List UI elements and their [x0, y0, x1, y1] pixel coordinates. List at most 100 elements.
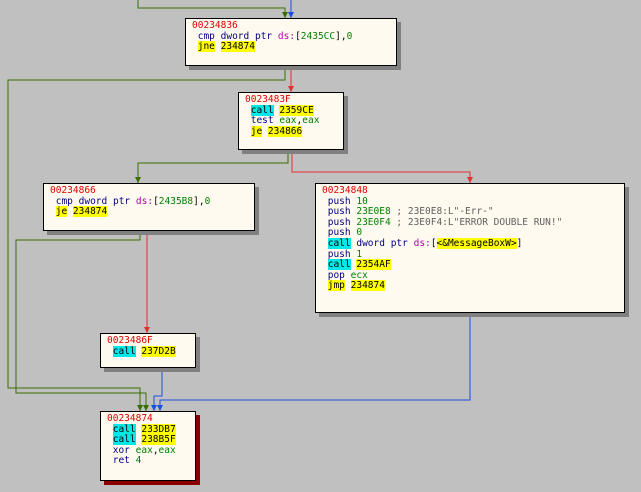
mnemonic: call [112, 434, 136, 446]
number-token: 4 [135, 455, 142, 467]
mnemonic: push [327, 227, 351, 239]
segment-token: ds: [413, 237, 431, 249]
block-address[interactable]: 0023483F [245, 94, 337, 106]
block-address[interactable]: 00234874 [107, 413, 189, 425]
branch-target: 234874 [220, 41, 255, 53]
instruction-line[interactable]: jmp 234874 [322, 280, 618, 292]
instruction-line[interactable]: jne 234874 [192, 41, 390, 53]
register-token: ecx [350, 269, 368, 281]
branch-target: 233DB7 [141, 423, 176, 435]
mnemonic: cmp [55, 195, 73, 207]
block-0023486f[interactable]: 0023486F call 237D2B [100, 333, 196, 368]
register-token: eax [135, 444, 153, 456]
number-token: 23E0E8 [356, 206, 391, 218]
address-label: 0023483F [245, 94, 291, 105]
instruction-line[interactable]: push 23E0F4 ; 23E0F4:L"ERROR DOUBLE RUN!… [322, 216, 618, 229]
segment-token: ds: [135, 195, 154, 207]
number-token: 0 [346, 30, 353, 42]
punct-token: ], [193, 195, 205, 207]
branch-target: 2354AF [356, 259, 391, 271]
number-token: 2435B8 [158, 195, 194, 207]
keyword-token: ptr [112, 195, 131, 207]
edge-23483f-to-234866 [137, 150, 289, 183]
instruction-line[interactable]: call dword ptr ds:[<&MessageBoxW>] [322, 237, 618, 250]
register-token: eax [279, 115, 297, 127]
edge-23486f-to-234874 [153, 368, 163, 411]
comment-token: ; 23E0E8:L"-Err-" [396, 206, 494, 218]
address-label: 00234874 [107, 413, 153, 424]
address-label: 00234848 [322, 185, 368, 196]
edge-23483f-to-234848 [291, 150, 471, 183]
number-token: 2435CC [300, 30, 336, 42]
block-00234848[interactable]: 00234848 push 10 push 23E0E8 ; 23E0E8:L"… [315, 183, 625, 313]
keyword-token: dword [78, 195, 108, 207]
branch-target: 234874 [350, 280, 385, 292]
mnemonic: call [250, 104, 274, 116]
register-token: eax [302, 115, 320, 127]
mnemonic: push [327, 206, 351, 218]
block-00234866[interactable]: 00234866 cmp dword ptr ds:[2435B8],0 je … [43, 183, 255, 231]
mnemonic: cmp [197, 30, 215, 42]
branch-target: 234874 [72, 206, 108, 218]
number-token: 23E0F4 [356, 216, 391, 228]
branch-target: 2359CE [279, 104, 314, 116]
address-label: 0023486F [107, 335, 153, 346]
address-label: 00234866 [50, 185, 96, 196]
number-token: 1 [356, 248, 363, 260]
branch-target: 237D2B [141, 345, 176, 357]
block-address[interactable]: 0023486F [107, 335, 189, 347]
mnemonic: push [327, 248, 351, 260]
branch-target: 238B5F [141, 434, 176, 446]
edge-234866-to-234874 [15, 231, 147, 411]
mnemonic: ret [112, 455, 130, 467]
graph-canvas[interactable]: 00234836 cmp dword ptr ds:[2435CC],0 jne… [0, 0, 641, 492]
edge-234848-to-234874 [159, 313, 471, 411]
punct-token: ], [335, 30, 347, 42]
mnemonic: je [55, 206, 68, 218]
instruction-line[interactable]: call 237D2B [107, 345, 189, 358]
mnemonic: call [327, 237, 351, 249]
instruction-line[interactable]: je 234874 [50, 206, 248, 218]
number-token: 0 [204, 195, 211, 207]
number-token: 10 [356, 195, 368, 207]
keyword-token: ptr [390, 237, 408, 249]
symbol-token: <&MessageBoxW> [436, 237, 517, 249]
mnemonic: test [250, 115, 274, 127]
register-token: eax [158, 444, 176, 456]
block-00234874[interactable]: 00234874 call 233DB7 call 238B5F xor eax… [100, 411, 196, 481]
block-00234836[interactable]: 00234836 cmp dword ptr ds:[2435CC],0 jne… [185, 18, 397, 66]
mnemonic: push [327, 216, 351, 228]
keyword-token: ptr [254, 30, 273, 42]
block-0023483f[interactable]: 0023483F call 2359CE test eax,eax je 234… [238, 92, 344, 150]
mnemonic: call [112, 423, 136, 435]
keyword-token: dword [220, 30, 250, 42]
instruction-line[interactable]: ret 4 [107, 456, 189, 467]
comment-token: ; 23E0F4:L"ERROR DOUBLE RUN!" [396, 216, 563, 228]
mnemonic: pop [327, 269, 345, 281]
mnemonic: je [250, 125, 263, 137]
edge-in-green [137, 0, 286, 18]
mnemonic: call [327, 259, 351, 271]
mnemonic: xor [112, 444, 130, 456]
segment-token: ds: [277, 30, 296, 42]
instruction-line[interactable]: je 234866 [245, 125, 337, 138]
mnemonic: push [327, 195, 351, 207]
mnemonic: jne [197, 41, 215, 53]
mnemonic: jmp [327, 280, 345, 292]
number-token: 0 [356, 227, 363, 239]
branch-target: 234866 [267, 125, 303, 137]
punct-token: ] [516, 237, 523, 249]
punct-token: [ [430, 237, 437, 249]
